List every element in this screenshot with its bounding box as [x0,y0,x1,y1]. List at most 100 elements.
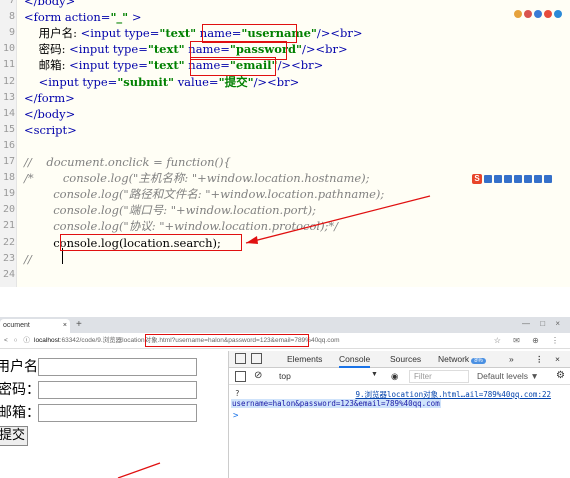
code-token: value= [177,74,219,89]
address-bar-icons[interactable]: ☆ ✉ ⊕ ⋮ [494,333,564,349]
tab-sources[interactable]: Sources [390,354,421,364]
code-text: /* console.log("主机名称: "+window.location.… [24,170,370,186]
code-line[interactable]: 14 </body> [0,106,570,122]
code-token: "_" [110,10,129,25]
console-log-output: username=halon&password=123&email=789%40… [229,399,570,409]
code-token: action= [64,10,111,25]
annotation-arrow-browser [117,462,161,478]
device-toolbar-icon[interactable] [251,353,262,364]
devtools-tab-bar: Elements Console Sources Network 8% » ⋮ × [229,351,570,368]
highlight-box-console-log [60,234,242,251]
code-text: </form> [24,90,75,106]
opera-icon[interactable] [544,10,552,18]
live-expression-icon[interactable]: ◉ [391,371,398,382]
log-levels-dropdown[interactable]: Default levels ▼ [477,371,539,381]
code-text: 密码: <input type="text" name="password"/>… [24,41,348,57]
console-filter-input[interactable]: Filter [409,370,469,383]
console-prompt-icon: > [233,411,239,421]
tab-console[interactable]: Console [339,354,371,368]
network-badge: 8% [471,358,486,364]
code-line[interactable]: 19 console.log("路径和文件名: "+window.locatio… [0,186,570,202]
line-number: 20 [2,204,15,216]
tab-elements[interactable]: Elements [287,354,322,364]
code-line[interactable]: 23 // [0,251,570,267]
sidebar-toggle-icon[interactable] [235,371,246,382]
code-token: type= [112,42,148,57]
code-token: "提交" [218,74,254,89]
code-line[interactable]: 7 </body> [0,0,570,9]
code-token: </body> [24,106,76,121]
browser-preview-icons[interactable] [514,10,562,18]
console-log-entry: ? 9.浏览器location对象.html…ail=789%40qq.com:… [229,389,570,399]
line-number: 17 [2,156,15,167]
line-number: 15 [2,123,15,135]
console-prompt-line[interactable]: > [229,411,570,423]
code-line[interactable]: 12 <input type="submit" value="提交"/><br> [0,74,570,90]
code-token: "text" [147,42,185,57]
code-line[interactable]: 13 </form> [0,90,570,106]
line-number: 8 [8,11,15,23]
line-number: 21 [2,220,15,232]
code-line[interactable]: 17 // document.onclick = function(){ [0,154,570,170]
code-token: "submit" [117,74,175,89]
line-number: 16 [2,139,15,151]
tab-network[interactable]: Network 8% [438,354,486,364]
devtools-close-icon[interactable]: × [555,354,560,364]
code-token: // document.onclick = function(){ [24,155,231,169]
context-dropdown-icon[interactable]: ▼ [371,371,378,378]
ime-skin-icon[interactable] [534,175,542,183]
devtools-menu-icon[interactable]: ⋮ [535,354,544,365]
code-editor[interactable]: 7 </body> 8 <form action="_" >9 用户名: <input… [0,0,570,287]
ime-mode-icon[interactable] [484,175,492,183]
line-number: 23 [2,252,15,264]
line-number: 7 [8,0,15,6]
new-tab-button[interactable]: + [76,319,82,330]
line-number: 19 [2,188,15,200]
console-toolbar: ⊘ top ▼ ◉ Filter Default levels ▼ ⚙ [229,368,570,385]
console-settings-gear-icon[interactable]: ⚙ [556,370,565,381]
more-tabs-icon[interactable]: » [509,354,514,364]
tab-network-label: Network [438,354,470,364]
highlight-box-email [190,57,276,76]
code-line[interactable]: 21 console.log("协议: "+window.location.pr… [0,218,570,234]
code-token: console.log("协议: "+window.location.proto… [24,219,339,234]
code-token: "text" [159,26,197,41]
browser-tab[interactable]: ocument × [0,319,70,333]
ie-icon[interactable] [534,10,542,18]
line-number: 9 [8,27,15,39]
ime-voice-icon[interactable] [514,175,522,183]
code-token: console.log("端口号: "+window.location.port… [24,203,316,218]
ime-tools-icon[interactable] [544,175,552,183]
chrome-icon[interactable] [514,10,522,18]
ime-toolbar[interactable]: S [472,174,552,184]
code-line[interactable]: 15 <script> [0,122,570,138]
window-controls[interactable]: — □ × [522,319,564,328]
ime-keyboard-icon[interactable] [524,175,532,183]
clear-console-icon[interactable]: ⊘ [254,370,262,381]
firefox-icon[interactable] [524,10,532,18]
tab-close-icon[interactable]: × [63,319,67,333]
code-line[interactable]: 24 [0,267,570,283]
ime-punct-icon[interactable] [494,175,502,183]
sogou-icon[interactable]: S [472,174,482,184]
code-line[interactable]: 16 [0,138,570,154]
code-token: 用户名: [24,26,81,41]
code-token: /><br> [302,42,348,57]
code-line[interactable]: 8 <form action="_" > [0,9,570,25]
url-host: localhost [34,337,60,344]
location-search-output: username=halon&password=123&email=789%40… [231,399,441,408]
code-token: /><br> [316,26,363,41]
inspect-element-icon[interactable] [235,353,246,364]
nav-buttons[interactable]: < ○ ⓘ [4,333,32,349]
code-text: </body> [24,0,75,9]
edge-icon[interactable] [554,10,562,18]
line-number: 22 [2,236,15,248]
page-content: 用户名: 密码： 邮箱： 提交 [0,351,228,478]
code-text: console.log("协议: "+window.location.proto… [24,218,338,234]
ime-emoji-icon[interactable] [504,175,512,183]
code-token: <script> [24,122,77,137]
highlight-box-url-query [145,334,309,347]
code-line[interactable]: 20 console.log("端口号: "+window.location.p… [0,202,570,218]
context-selector[interactable]: top [279,371,291,381]
code-token: 密码: [24,42,70,57]
